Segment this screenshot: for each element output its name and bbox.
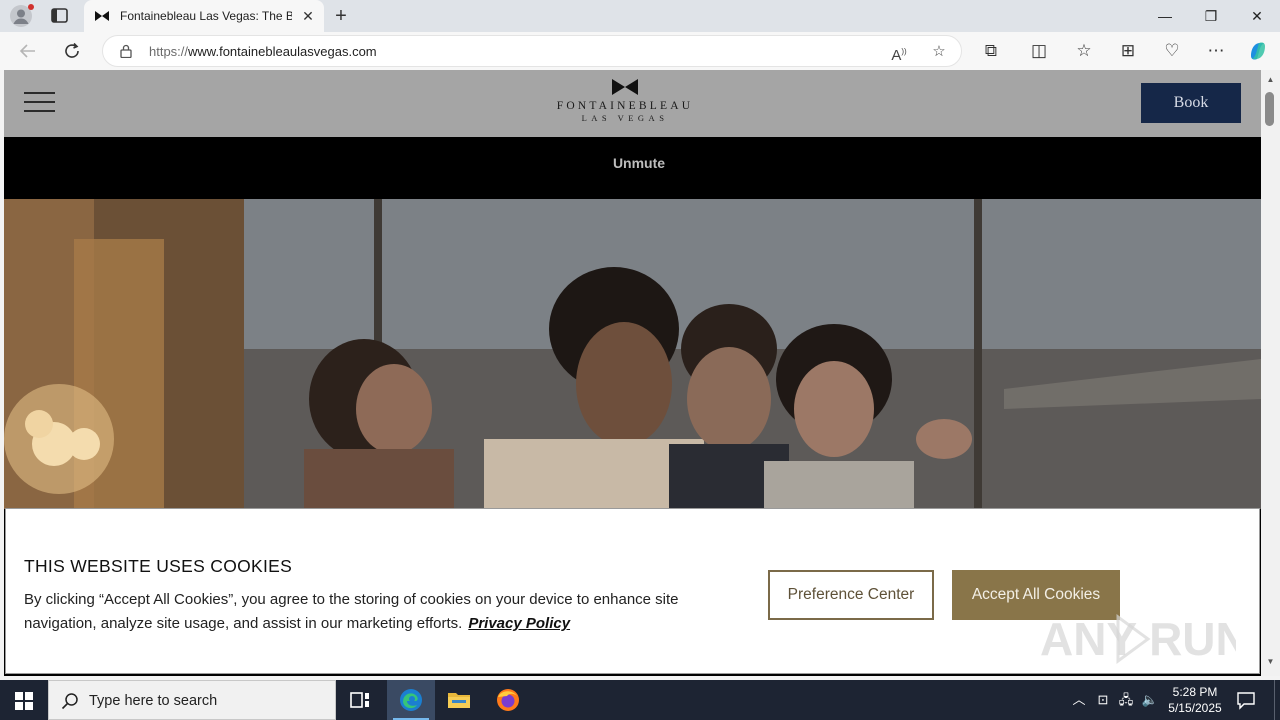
firefox-icon[interactable] <box>484 680 532 720</box>
cookie-banner-title: THIS WEBSITE USES COOKIES <box>24 556 293 576</box>
unmute-button[interactable]: Unmute <box>599 154 679 172</box>
notification-dot-icon <box>28 4 34 10</box>
file-explorer-icon[interactable] <box>435 680 483 720</box>
hamburger-menu-icon[interactable] <box>24 92 56 114</box>
lock-icon[interactable] <box>119 44 133 59</box>
search-placeholder: Type here to search <box>89 693 218 709</box>
scroll-down-arrow-icon[interactable]: ▼ <box>1266 658 1275 666</box>
minimize-button[interactable]: — <box>1142 0 1188 32</box>
browser-essentials-icon[interactable]: ♡ <box>1159 39 1185 63</box>
cookie-banner-body: By clicking “Accept All Cookies”, you ag… <box>24 588 744 640</box>
task-view-icon[interactable] <box>336 680 384 720</box>
cookie-banner: THIS WEBSITE USES COOKIES By clicking “A… <box>5 508 1260 674</box>
cookie-banner-description: By clicking “Accept All Cookies”, you ag… <box>24 591 679 632</box>
hero-video-image <box>4 199 1261 509</box>
browser-tab-bar: Fontainebleau Las Vegas: The Best ✕ + — … <box>0 0 1280 32</box>
page-viewport: FONTAINEBLEAU LAS VEGAS Book Unmute THIS… <box>4 70 1261 676</box>
collections-icon[interactable]: ⊞ <box>1115 39 1141 63</box>
start-button[interactable] <box>0 680 48 720</box>
notifications-icon[interactable] <box>1236 690 1258 710</box>
book-button[interactable]: Book <box>1141 83 1241 123</box>
close-window-button[interactable]: ✕ <box>1234 0 1280 32</box>
windows-logo-icon <box>15 692 33 710</box>
site-header: FONTAINEBLEAU LAS VEGAS Book <box>4 70 1261 137</box>
back-arrow-icon[interactable] <box>15 39 41 63</box>
url-scheme: https:// <box>149 44 189 59</box>
url-text[interactable]: https://www.fontainebleaulasvegas.com <box>149 44 377 60</box>
clock-date: 5/15/2025 <box>1168 701 1222 715</box>
tab-actions-icon[interactable] <box>50 7 70 25</box>
address-bar[interactable]: https://www.fontainebleaulasvegas.com A)… <box>102 35 962 67</box>
page-scrollbar[interactable]: ▲ ▼ <box>1261 70 1280 676</box>
system-clock[interactable]: 5:28 PM 5/15/2025 <box>1162 684 1228 718</box>
clock-time: 5:28 PM <box>1172 685 1218 699</box>
anyrun-watermark-logo: ANY RUN <box>1040 613 1236 665</box>
logo-name: FONTAINEBLEAU <box>556 100 694 112</box>
bowtie-logo-icon <box>612 79 638 95</box>
privacy-policy-link[interactable]: Privacy Policy <box>468 615 570 632</box>
favorite-star-icon[interactable]: ☆ <box>929 42 949 62</box>
edge-taskbar-icon[interactable] <box>387 680 435 720</box>
tab-title: Fontainebleau Las Vegas: The Best <box>120 9 292 23</box>
windows-taskbar: Type here to search ︿ ⊡ 🖧 🔈 5:28 PM 5/15… <box>0 680 1280 720</box>
search-icon <box>61 692 79 710</box>
logo-subtitle: LAS VEGAS <box>581 113 669 123</box>
site-logo[interactable]: FONTAINEBLEAU LAS VEGAS <box>544 78 706 130</box>
network-icon[interactable]: 🖧 <box>1117 691 1135 709</box>
show-desktop-button[interactable] <box>1274 680 1280 720</box>
active-tab[interactable]: Fontainebleau Las Vegas: The Best ✕ <box>84 0 324 32</box>
url-host: www.fontainebleaulasvegas.com <box>188 44 377 59</box>
hero-scene-illustration <box>4 199 1261 509</box>
volume-icon[interactable]: 🔈 <box>1141 691 1159 709</box>
favorites-icon[interactable]: ☆ <box>1071 39 1097 63</box>
new-tab-button[interactable]: + <box>330 4 352 28</box>
copilot-icon[interactable] <box>1245 39 1271 63</box>
tab-close-icon[interactable]: ✕ <box>300 8 316 24</box>
read-aloud-icon[interactable]: A)) <box>889 42 909 64</box>
fontainebleau-favicon-icon <box>94 9 110 23</box>
taskbar-search-box[interactable]: Type here to search <box>48 680 336 720</box>
tray-overflow-chevron-icon[interactable]: ︿ <box>1070 691 1088 709</box>
video-control-bar: Unmute <box>4 137 1261 199</box>
split-screen-icon[interactable]: ◫ <box>1026 39 1052 63</box>
scroll-up-arrow-icon[interactable]: ▲ <box>1266 76 1275 84</box>
restore-button[interactable]: ❐ <box>1188 0 1234 32</box>
scroll-thumb[interactable] <box>1265 92 1274 126</box>
tray-device-icon[interactable]: ⊡ <box>1094 691 1112 709</box>
browser-toolbar: https://www.fontainebleaulasvegas.com A)… <box>0 32 1280 70</box>
watermark-text: ANY RUN <box>1040 613 1236 665</box>
more-menu-icon[interactable]: ⋯ <box>1203 39 1229 63</box>
refresh-icon[interactable] <box>59 39 85 63</box>
preference-center-button[interactable]: Preference Center <box>768 570 934 620</box>
extensions-icon[interactable]: ⧉ <box>978 39 1004 63</box>
